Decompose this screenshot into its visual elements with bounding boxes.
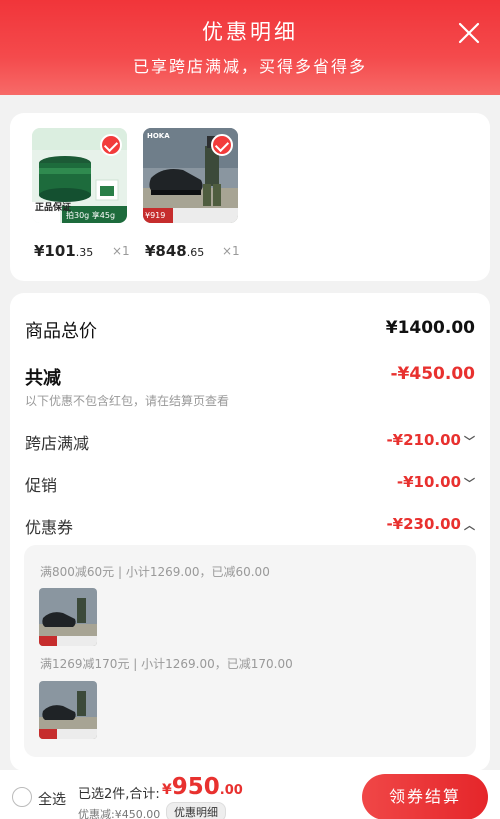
coupon-condition: 满1269减170元 | 小计1269.00，已减170.00 [40,657,293,671]
coupon-product-image [39,681,97,739]
coupon-value: -¥230.00 [386,515,461,533]
chevron-down-icon: ﹀ [464,477,475,490]
hoka-shoe-thumb [39,681,97,739]
coupon-product-image [39,588,97,646]
header-subtitle: 已享跨店满减，买得多省得多 [132,57,367,76]
chevron-up-icon: ︿ [464,519,475,532]
select-all-label[interactable]: 全选 [38,789,66,809]
hoka-shoe-thumb [39,588,97,646]
claim-coupon-checkout-button[interactable]: 领券结算 [362,774,488,819]
product-quantity: ×1 [222,244,240,258]
total-price-label: 商品总价 [25,321,97,342]
order-total: ¥950.00 [162,774,243,800]
chevron-down-icon: ﹀ [464,435,475,448]
promotion-value: -¥10.00 [396,473,461,491]
close-button[interactable] [456,20,482,46]
header-title: 优惠明细 [202,20,298,44]
product-quantity: ×1 [112,244,130,258]
selected-count-label: 已选2件,合计: [78,787,160,802]
close-icon [458,22,480,44]
discount-note: 以下优惠不包含红包，请在结算页查看 [25,394,230,408]
selected-check-icon[interactable] [100,134,122,156]
cross-store-discount-row[interactable]: -¥210.00 ﹀ [386,431,475,449]
promotion-row[interactable]: -¥10.00 ﹀ [397,473,475,491]
discount-detail-chip[interactable]: 优惠明细 [166,802,226,819]
product-thumbnail-cream[interactable]: 正品保证 拍30g 享45g [32,128,127,223]
coupon-row[interactable]: -¥230.00 ︿ [386,515,475,533]
product-thumbnail-shoe[interactable]: HOKA ¥919 [143,128,238,223]
total-reduce-label: 共减 [25,368,61,389]
promo-text: 拍30g 享45g [66,211,116,220]
product-price: ¥101.35 [34,242,94,260]
total-reduce-value: -¥450.00 [390,364,476,384]
promotion-label: 促销 [25,476,58,495]
price-tag: ¥919 [145,211,166,220]
brand-label: HOKA [147,132,170,140]
selected-check-icon[interactable] [211,134,233,156]
coupon-condition: 满800减60元 | 小计1269.00，已减60.00 [40,565,270,579]
cross-store-discount-label: 跨店满减 [25,434,90,453]
coupon-label: 优惠券 [25,518,74,537]
select-all-radio[interactable] [12,787,32,807]
saved-amount: 优惠减:¥450.00 [78,808,161,819]
product-price: ¥848.65 [145,242,205,260]
total-price-value: ¥1400.00 [385,318,475,338]
cross-store-discount-value: -¥210.00 [386,431,461,449]
discount-detail-header: 优惠明细 已享跨店满减，买得多省得多 [0,0,500,95]
